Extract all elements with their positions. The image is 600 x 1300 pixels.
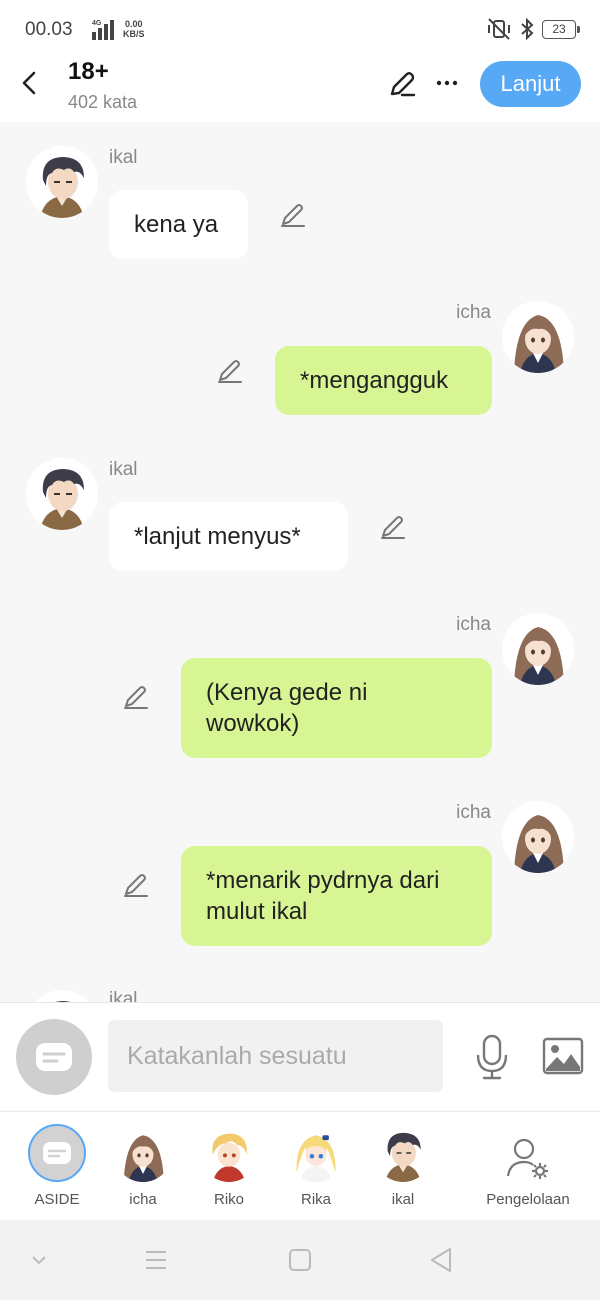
manage-label: Pengelolaan (486, 1191, 570, 1208)
status-bar: 00.03 4G 0.00 KB/S 23 (0, 0, 600, 58)
network-label: 4G (92, 20, 102, 27)
home-square-icon[interactable] (282, 1244, 318, 1276)
edit-message-icon[interactable] (215, 356, 245, 386)
network-speed: 0.00 KB/S (123, 19, 145, 39)
chevron-left-icon (22, 71, 36, 95)
image-icon[interactable] (542, 1037, 584, 1075)
character-label: Rika (300, 1191, 331, 1208)
message-ikal-1: ikal kena ya (0, 122, 600, 272)
menu-icon[interactable] (138, 1244, 174, 1276)
message-bubble[interactable]: *menarik pydrnya dari mulut ikal (181, 846, 492, 946)
character-label: Riko (213, 1191, 244, 1208)
message-icha-3: icha *menarik pydrnya dari mulut ikal (0, 782, 600, 962)
character-avatar (374, 1124, 432, 1182)
message-bubble[interactable]: *lanjut menyus* (109, 502, 348, 571)
story-title: 18+ (68, 58, 109, 85)
microphone-icon[interactable] (472, 1033, 512, 1081)
mute-vibrate-icon (488, 18, 510, 40)
character-avatar (287, 1124, 345, 1182)
back-triangle-icon[interactable] (424, 1244, 460, 1276)
message-icha-2: icha (Kenya gede ni wowkok) (0, 594, 600, 774)
sender-name: icha (456, 802, 491, 823)
character-label: ikal (391, 1191, 415, 1208)
character-avatar (114, 1124, 172, 1182)
character-icha[interactable]: icha (93, 1112, 193, 1221)
aside-toggle-button[interactable] (16, 1019, 92, 1095)
word-count: 402 kata (68, 92, 138, 112)
manage-characters-button[interactable]: Pengelolaan (470, 1112, 586, 1221)
message-bubble[interactable]: (Kenya gede ni wowkok) (181, 658, 492, 758)
character-aside[interactable]: ASIDE (7, 1112, 107, 1221)
message-ikal-3: ikal (0, 966, 600, 1002)
next-button[interactable]: Lanjut (480, 61, 581, 107)
system-nav-bar (0, 1220, 600, 1300)
character-label: ASIDE (34, 1191, 80, 1208)
character-label: icha (129, 1191, 157, 1208)
character-riko[interactable]: Riko (179, 1112, 279, 1221)
aside-avatar (28, 1124, 86, 1182)
message-input[interactable] (108, 1020, 443, 1092)
chat-area[interactable]: ikal kena ya icha *mengangguk ikal *lanj… (0, 122, 600, 1002)
avatar-ikal[interactable] (26, 458, 98, 530)
status-time: 00.03 (25, 19, 73, 40)
avatar-ikal[interactable] (26, 146, 98, 218)
edit-message-icon[interactable] (121, 682, 151, 712)
user-settings-icon (506, 1138, 548, 1179)
message-ikal-2: ikal *lanjut menyus* (0, 434, 600, 584)
avatar-icha[interactable] (502, 301, 574, 373)
speed-unit: KB/S (123, 29, 145, 39)
sender-name: icha (456, 614, 491, 635)
battery-icon: 23 (542, 19, 580, 39)
character-rika[interactable]: Rika (266, 1112, 366, 1221)
edit-message-icon[interactable] (278, 200, 308, 230)
sender-name: ikal (109, 989, 138, 1002)
bluetooth-icon (521, 17, 534, 41)
character-ikal[interactable]: ikal (353, 1112, 453, 1221)
message-composer (0, 1002, 600, 1110)
character-avatar (200, 1124, 258, 1182)
avatar-icha[interactable] (502, 613, 574, 685)
sender-name: ikal (109, 459, 138, 480)
chevron-down-icon[interactable] (21, 1244, 57, 1276)
character-bar: ASIDE icha Riko Rika ikal Pengelolaan (0, 1111, 600, 1220)
narration-bubble-icon (43, 1142, 71, 1164)
message-icha-1: icha *mengangguk (0, 282, 600, 432)
chat-header: 18+ 402 kata Lanjut (0, 58, 600, 122)
speed-value: 0.00 (124, 19, 143, 29)
back-button[interactable] (14, 66, 44, 100)
narration-bubble-icon (36, 1043, 72, 1071)
avatar-ikal[interactable] (26, 990, 98, 1002)
message-bubble[interactable]: kena ya (109, 190, 248, 259)
edit-title-icon[interactable] (386, 68, 418, 100)
more-horizontal-icon[interactable] (432, 68, 462, 98)
message-bubble[interactable]: *mengangguk (275, 346, 492, 415)
avatar-icha[interactable] (502, 801, 574, 873)
edit-message-icon[interactable] (121, 870, 151, 900)
signal-icon: 4G (92, 20, 114, 40)
sender-name: ikal (109, 147, 138, 168)
edit-message-icon[interactable] (378, 512, 408, 542)
sender-name: icha (456, 302, 491, 323)
